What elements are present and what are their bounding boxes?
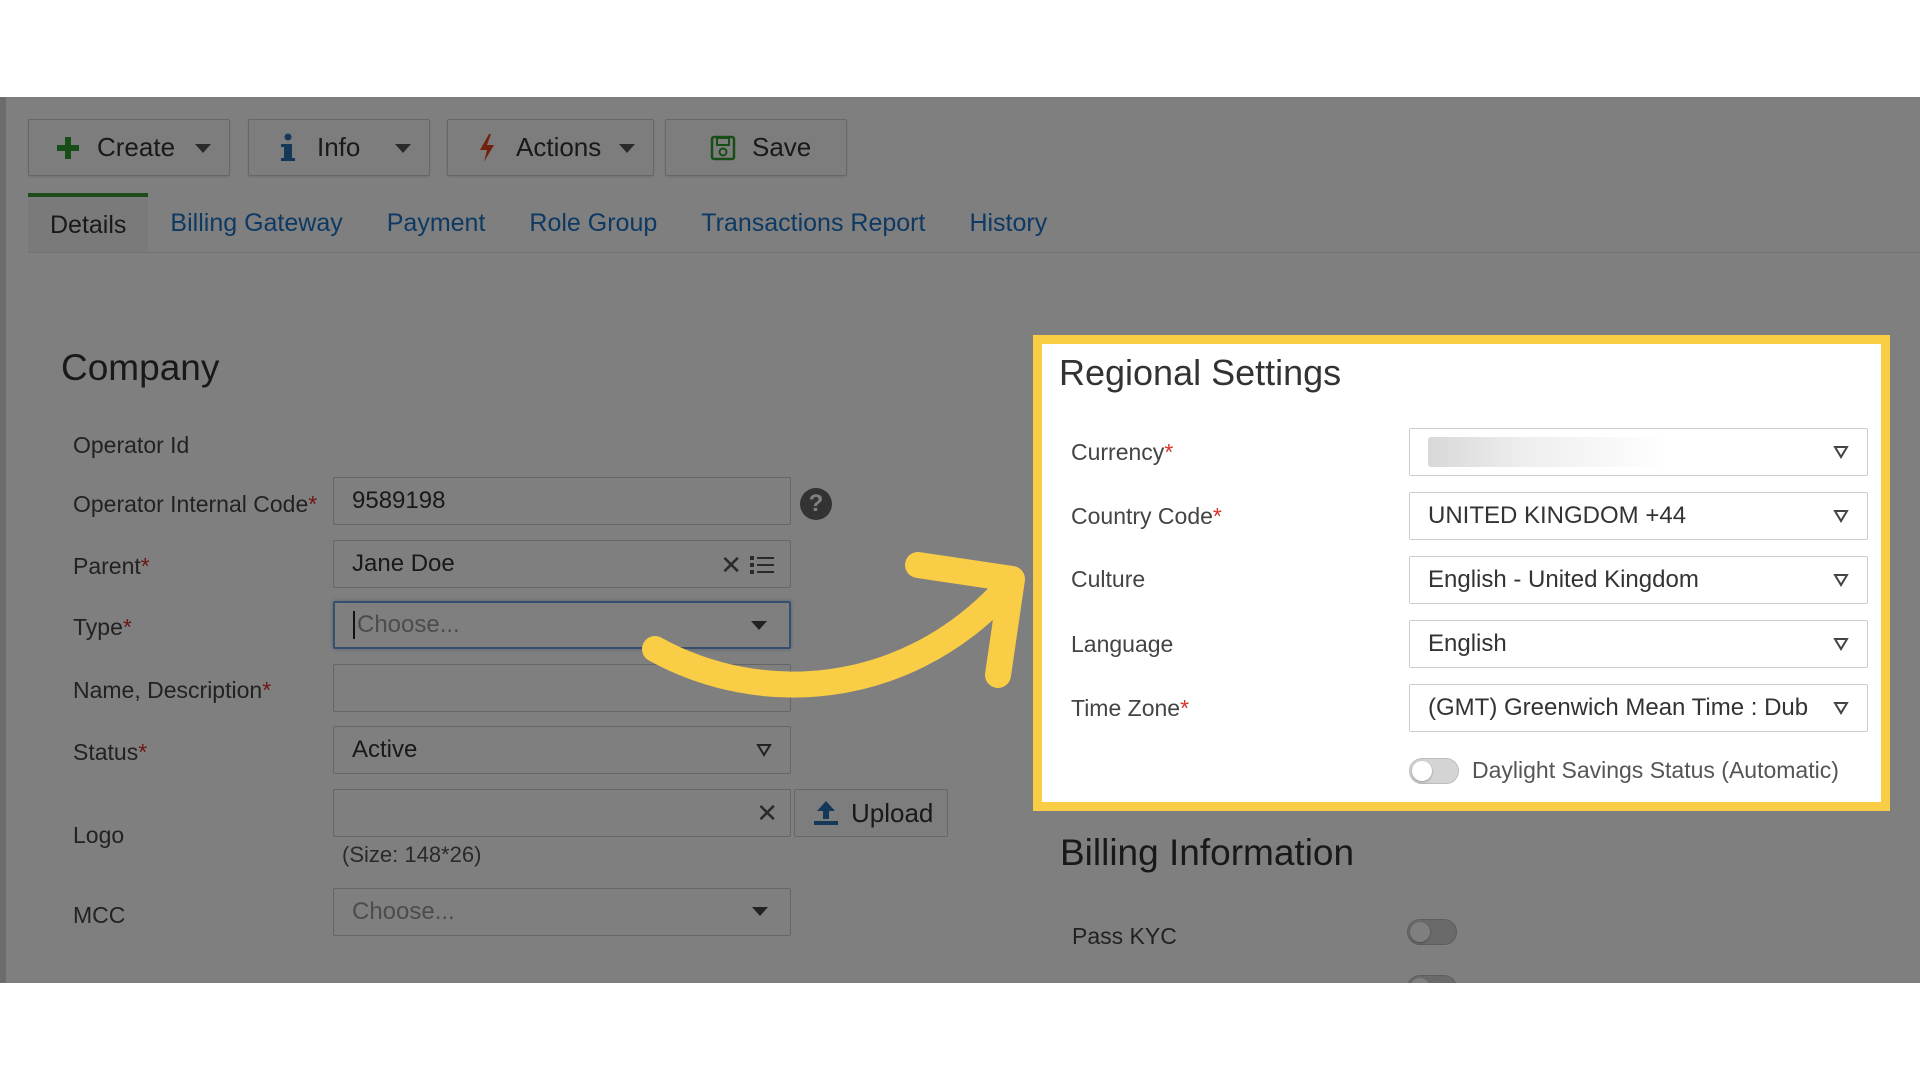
- language-label: Language: [1071, 631, 1174, 657]
- info-button[interactable]: Info: [248, 119, 430, 176]
- redacted-value: [1428, 437, 1668, 467]
- chevron-down-icon: [1833, 510, 1849, 523]
- plus-icon: [53, 133, 83, 163]
- tab-details[interactable]: Details: [28, 193, 149, 253]
- currency-select[interactable]: [1409, 428, 1868, 476]
- tab-history[interactable]: History: [947, 193, 1069, 253]
- chevron-down-icon: [1833, 638, 1849, 651]
- daylight-savings-toggle[interactable]: [1409, 758, 1459, 784]
- chevron-down-icon: [1833, 702, 1849, 715]
- parent-label: Parent*: [73, 553, 150, 579]
- logo-size-hint: (Size: 148*26): [342, 842, 482, 867]
- chevron-down-icon: [756, 744, 772, 757]
- list-icon[interactable]: [750, 554, 774, 582]
- regional-title: Regional Settings: [1059, 352, 1342, 393]
- status-select[interactable]: Active: [333, 726, 791, 774]
- culture-select[interactable]: English - United Kingdom: [1409, 556, 1868, 604]
- logo-label: Logo: [73, 822, 125, 848]
- chevron-down-icon: [619, 144, 635, 153]
- timezone-label: Time Zone*: [1071, 695, 1190, 721]
- chevron-down-icon: [195, 144, 211, 153]
- country-code-select[interactable]: UNITED KINGDOM +44: [1409, 492, 1868, 540]
- timezone-value: (GMT) Greenwich Mean Time : Dub: [1428, 694, 1809, 721]
- name-description-input[interactable]: [333, 664, 791, 712]
- billing-title: Billing Information: [1060, 832, 1355, 873]
- info-icon: [273, 133, 303, 163]
- parent-input[interactable]: Jane Doe ✕: [333, 540, 791, 588]
- daylight-savings-label: Daylight Savings Status (Automatic): [1472, 757, 1839, 783]
- internal-code-value: 9589198: [352, 487, 446, 514]
- save-button[interactable]: Save: [665, 119, 847, 176]
- chevron-down-icon: [751, 621, 767, 630]
- logo-input[interactable]: ✕: [333, 789, 791, 837]
- culture-value: English - United Kingdom: [1428, 566, 1699, 593]
- status-value: Active: [352, 736, 418, 763]
- tab-role-group[interactable]: Role Group: [507, 193, 679, 253]
- culture-label: Culture: [1071, 566, 1146, 592]
- tab-billing-gateway[interactable]: Billing Gateway: [148, 193, 364, 253]
- upload-icon: [811, 798, 841, 828]
- country-code-value: UNITED KINGDOM +44: [1428, 502, 1687, 529]
- mcc-label: MCC: [73, 902, 126, 928]
- type-placeholder: Choose...: [353, 611, 460, 639]
- upload-button[interactable]: Upload: [794, 789, 948, 837]
- chevron-down-icon: [752, 907, 768, 916]
- name-description-label: Name, Description*: [73, 677, 272, 703]
- help-icon[interactable]: ?: [800, 488, 832, 520]
- language-value: English: [1428, 630, 1507, 657]
- next-toggle[interactable]: [1407, 975, 1457, 983]
- clear-icon[interactable]: ✕: [756, 798, 778, 829]
- clear-icon[interactable]: ✕: [720, 550, 742, 581]
- app-window: Create Info Actions Save Details Billing…: [0, 97, 1920, 983]
- upload-label: Upload: [851, 797, 934, 828]
- chevron-down-icon: [1833, 574, 1849, 587]
- mcc-select[interactable]: Choose...: [333, 888, 791, 936]
- tab-divider: [28, 252, 1920, 253]
- mcc-placeholder: Choose...: [352, 898, 455, 925]
- actions-label: Actions: [516, 132, 602, 162]
- type-select[interactable]: Choose...: [333, 601, 791, 649]
- currency-label: Currency*: [1071, 439, 1174, 465]
- type-label: Type*: [73, 614, 132, 640]
- timezone-select[interactable]: (GMT) Greenwich Mean Time : Dub: [1409, 684, 1868, 732]
- save-label: Save: [752, 132, 812, 162]
- save-icon: [708, 133, 738, 163]
- pass-kyc-label: Pass KYC: [1072, 923, 1177, 949]
- info-label: Info: [317, 132, 361, 162]
- tab-payment[interactable]: Payment: [365, 193, 508, 253]
- chevron-down-icon: [395, 144, 411, 153]
- chevron-down-icon: [1833, 446, 1849, 459]
- actions-button[interactable]: Actions: [447, 119, 654, 176]
- country-code-label: Country Code*: [1071, 503, 1222, 529]
- create-label: Create: [97, 132, 176, 162]
- company-title: Company: [61, 347, 220, 388]
- operator-id-label: Operator Id: [73, 432, 190, 458]
- regional-settings-panel: Regional Settings Currency* Country Code…: [1033, 335, 1890, 811]
- pass-kyc-toggle[interactable]: [1407, 919, 1457, 945]
- left-edge: [0, 97, 6, 983]
- status-label: Status*: [73, 739, 148, 765]
- tab-transactions-report[interactable]: Transactions Report: [679, 193, 947, 253]
- parent-value: Jane Doe: [352, 550, 455, 577]
- tab-bar: Details Billing Gateway Payment Role Gro…: [28, 193, 1069, 253]
- language-select[interactable]: English: [1409, 620, 1868, 668]
- lightning-icon: [472, 133, 502, 163]
- internal-code-input[interactable]: 9589198: [333, 477, 791, 525]
- internal-code-label: Operator Internal Code*: [73, 491, 318, 517]
- create-button[interactable]: Create: [28, 119, 230, 176]
